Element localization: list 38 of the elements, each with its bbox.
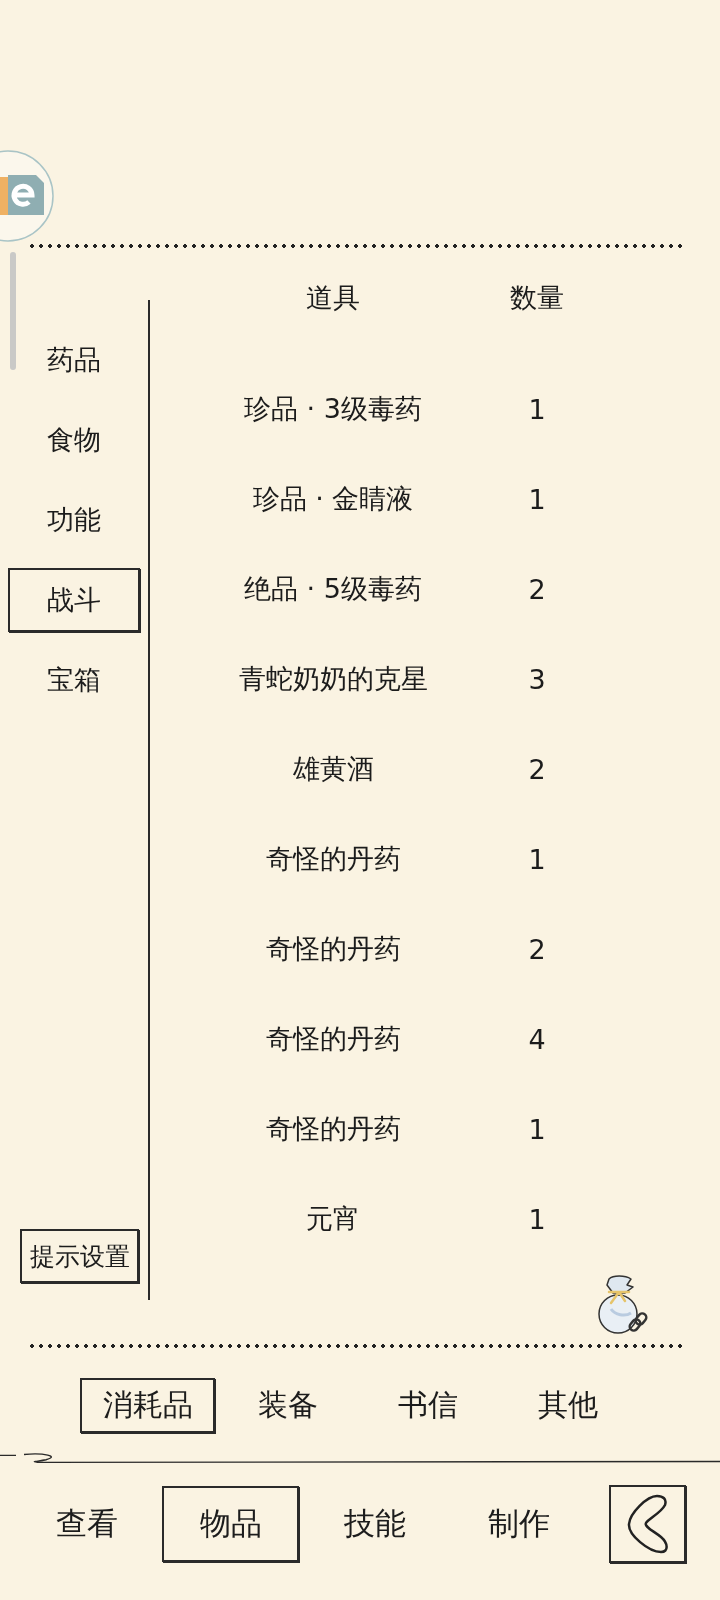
column-header: 道具	[306, 281, 360, 315]
nav-tab[interactable]: 物品	[162, 1486, 299, 1562]
sidebar-tab[interactable]: 宝箱	[8, 648, 140, 712]
item-count: 3	[528, 663, 546, 695]
item-count: 1	[528, 1203, 546, 1235]
item-count: 4	[528, 1023, 546, 1055]
item-name: 雄黄酒	[292, 752, 374, 786]
item-count: 1	[528, 483, 546, 515]
item-name: 奇怪的丹药	[265, 1022, 401, 1056]
nav-tab[interactable]: 查看	[18, 1486, 155, 1562]
sidebar-tab[interactable]: 食物	[8, 408, 140, 472]
item-count: 2	[528, 933, 546, 965]
item-count: 1	[528, 393, 546, 425]
item-name: 青蛇奶奶的克星	[238, 662, 428, 696]
item-name: 珍品 · 金睛液	[252, 482, 414, 516]
category-tab[interactable]: 书信	[360, 1378, 495, 1433]
item-name: 奇怪的丹药	[265, 842, 401, 876]
category-tab[interactable]: 其他	[500, 1378, 635, 1433]
nav-tab[interactable]: 制作	[450, 1486, 587, 1562]
back-button[interactable]	[609, 1485, 686, 1563]
category-tab[interactable]: 装备	[220, 1378, 355, 1433]
nav-tab[interactable]: 技能	[306, 1486, 443, 1562]
sidebar-tab[interactable]: 战斗	[8, 568, 140, 632]
column-header: 数量	[510, 281, 564, 315]
hint-settings-button[interactable]: 提示设置	[20, 1229, 139, 1283]
item-count: 2	[528, 573, 546, 605]
item-count: 1	[528, 1113, 546, 1145]
category-tab[interactable]: 消耗品	[80, 1378, 215, 1433]
sidebar-tab[interactable]: 药品	[8, 328, 140, 392]
item-name: 奇怪的丹药	[265, 932, 401, 966]
sidebar-tab[interactable]: 功能	[8, 488, 140, 552]
item-name: 元宵	[306, 1202, 360, 1236]
item-count: 2	[528, 753, 546, 785]
item-count: 1	[528, 843, 546, 875]
chevron-left-icon	[626, 1493, 669, 1555]
item-name: 珍品 · 3级毒药	[244, 392, 422, 426]
item-name: 奇怪的丹药	[265, 1112, 401, 1146]
item-name: 绝品 · 5级毒药	[244, 572, 422, 606]
